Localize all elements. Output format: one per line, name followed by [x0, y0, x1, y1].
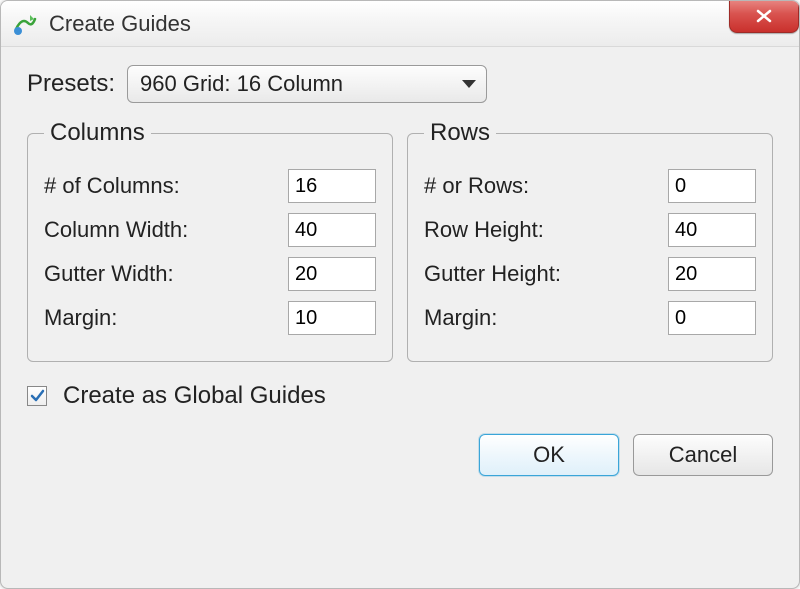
presets-dropdown[interactable]: 960 Grid: 16 Column — [127, 65, 487, 103]
row-height-label: Row Height: — [424, 217, 544, 243]
gutter-height-row: Gutter Height: — [424, 257, 756, 291]
rows-margin-row: Margin: — [424, 301, 756, 335]
row-height-input[interactable] — [668, 213, 756, 247]
create-guides-dialog: Create Guides Presets: 960 Grid: 16 Colu… — [0, 0, 800, 589]
column-width-label: Column Width: — [44, 217, 188, 243]
column-width-row: Column Width: — [44, 213, 376, 247]
rows-num-label: # or Rows: — [424, 173, 529, 199]
gutter-width-label: Gutter Width: — [44, 261, 174, 287]
rows-num-input[interactable] — [668, 169, 756, 203]
rows-margin-input[interactable] — [668, 301, 756, 335]
column-width-input[interactable] — [288, 213, 376, 247]
groups-container: Columns # of Columns: Column Width: Gutt… — [27, 119, 773, 362]
gutter-height-input[interactable] — [668, 257, 756, 291]
window-title: Create Guides — [49, 11, 191, 37]
columns-margin-label: Margin: — [44, 305, 117, 331]
columns-group: Columns # of Columns: Column Width: Gutt… — [27, 119, 393, 362]
rows-num-row: # or Rows: — [424, 169, 756, 203]
gutter-width-input[interactable] — [288, 257, 376, 291]
columns-legend: Columns — [44, 119, 151, 147]
titlebar: Create Guides — [1, 1, 799, 47]
chevron-down-icon — [462, 80, 476, 88]
cancel-button[interactable]: Cancel — [633, 434, 773, 476]
ok-button[interactable]: OK — [479, 434, 619, 476]
presets-row: Presets: 960 Grid: 16 Column — [27, 65, 773, 103]
gutter-width-row: Gutter Width: — [44, 257, 376, 291]
presets-selected: 960 Grid: 16 Column — [140, 71, 343, 97]
row-height-row: Row Height: — [424, 213, 756, 247]
dialog-body: Presets: 960 Grid: 16 Column Columns # o… — [1, 47, 799, 588]
columns-num-input[interactable] — [288, 169, 376, 203]
gutter-height-label: Gutter Height: — [424, 261, 561, 287]
check-icon — [29, 388, 45, 404]
close-icon — [750, 8, 778, 24]
columns-num-row: # of Columns: — [44, 169, 376, 203]
global-guides-label: Create as Global Guides — [63, 382, 326, 410]
global-guides-checkbox[interactable] — [27, 386, 47, 406]
close-button[interactable] — [729, 0, 799, 33]
rows-group: Rows # or Rows: Row Height: Gutter Heigh… — [407, 119, 773, 362]
rows-margin-label: Margin: — [424, 305, 497, 331]
button-row: OK Cancel — [27, 434, 773, 476]
presets-label: Presets: — [27, 70, 115, 98]
columns-num-label: # of Columns: — [44, 173, 180, 199]
columns-margin-input[interactable] — [288, 301, 376, 335]
columns-margin-row: Margin: — [44, 301, 376, 335]
rows-legend: Rows — [424, 119, 496, 147]
global-guides-checkbox-row[interactable]: Create as Global Guides — [27, 382, 773, 410]
app-icon — [11, 10, 39, 38]
